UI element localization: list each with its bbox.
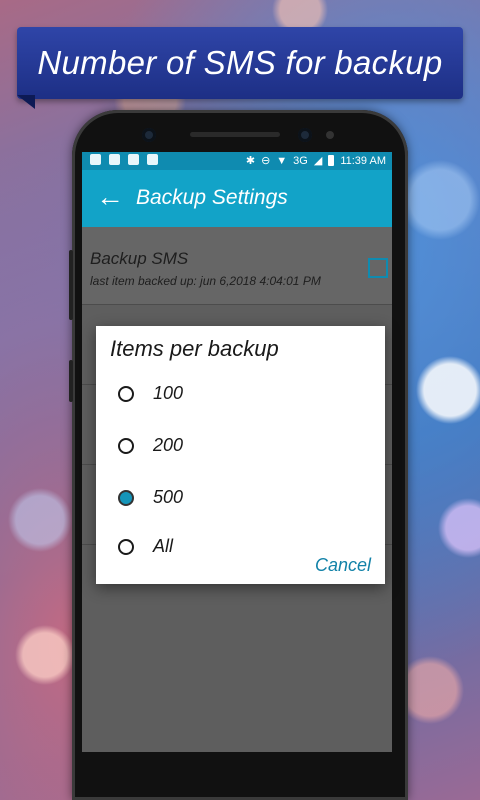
- option-200[interactable]: 200: [96, 426, 385, 466]
- option-label: All: [153, 536, 174, 556]
- phone-side-button: [69, 360, 73, 402]
- sensor-icon: [326, 131, 334, 139]
- banner-title: Number of SMS for backup: [37, 44, 443, 81]
- option-label: 200: [153, 435, 184, 455]
- option-500[interactable]: 500: [96, 478, 385, 518]
- app-bar: ← Backup Settings: [82, 170, 392, 227]
- backup-sms-checkbox[interactable]: [368, 258, 388, 278]
- radio-button-selected[interactable]: [118, 490, 134, 506]
- option-100[interactable]: 100: [96, 374, 385, 414]
- phone-side-button: [69, 250, 73, 320]
- items-per-backup-dialog: Items per backup 100 200 500 All Cancel: [96, 326, 385, 584]
- network-type: 3G: [293, 154, 308, 167]
- banner-fold: [17, 95, 35, 109]
- radio-button[interactable]: [118, 539, 134, 555]
- setting-title: Backup SMS: [90, 249, 189, 268]
- wifi-icon: ▼: [276, 154, 288, 167]
- setting-backup-sms[interactable]: Backup SMS last item backed up: jun 6,20…: [82, 227, 392, 305]
- option-label: 500: [153, 487, 184, 507]
- radio-button[interactable]: [118, 438, 134, 454]
- setting-subtitle: last item backed up: jun 6,2018 4:04:01 …: [90, 274, 321, 288]
- battery-icon: [328, 155, 335, 166]
- camera-icon: [142, 128, 156, 142]
- image-icon: [109, 154, 120, 165]
- option-label: 100: [153, 383, 184, 403]
- dialog-title: Items per backup: [110, 336, 279, 361]
- app-bar-title: Backup Settings: [136, 186, 288, 209]
- play-store-icon: [128, 154, 139, 165]
- arrow-left-icon[interactable]: ←: [96, 182, 124, 212]
- header-banner: Number of SMS for backup: [17, 27, 463, 99]
- signal-icon: ◢: [313, 155, 323, 167]
- do-not-disturb-icon: ⊖: [261, 155, 271, 167]
- cancel-button[interactable]: Cancel: [315, 555, 371, 576]
- clock: 11:39 AM: [340, 154, 386, 167]
- bluetooth-icon: ✱: [245, 155, 256, 167]
- phone-speaker: [190, 132, 280, 137]
- message-icon: [90, 154, 101, 165]
- camera-icon: [298, 128, 312, 142]
- status-bar: ✱ ⊖ ▼ 3G ◢ 11:39 AM: [82, 152, 392, 170]
- radio-button[interactable]: [118, 386, 134, 402]
- android-icon: [147, 154, 158, 165]
